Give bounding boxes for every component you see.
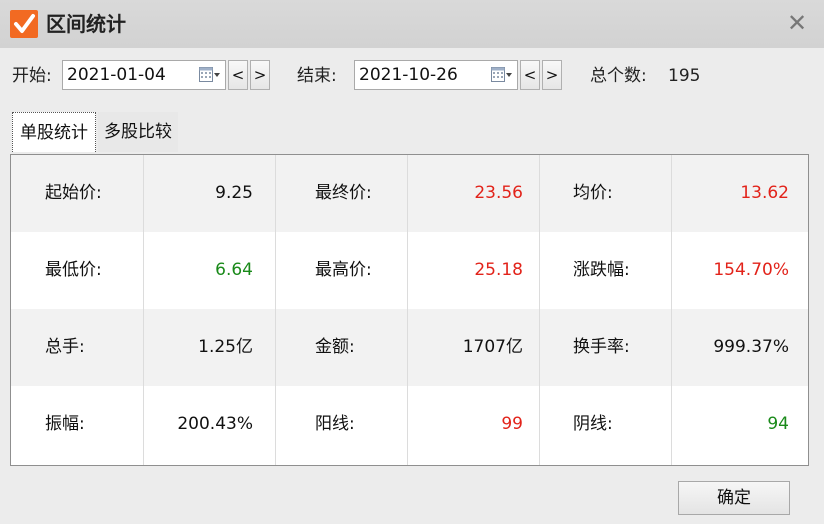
column-divider [143,155,144,465]
stat-value: 23.56 [474,183,523,203]
stat-value: 9.25 [215,183,253,203]
stat-label: 最低价: [45,260,102,280]
tab-multi-stock[interactable]: 多股比较 [98,112,178,152]
stat-label: 振幅: [45,414,85,434]
column-divider [407,155,408,465]
stat-label: 阴线: [573,414,613,434]
date-range-controls: 开始: 2021-01-04 < > 结束: 2021-10-26 < > 总个… [0,58,824,94]
total-count-label: 总个数: [590,66,647,86]
stat-value: 200.43% [177,414,253,434]
stat-label: 最终价: [315,183,372,203]
stat-value: 154.70% [713,260,789,280]
start-date-picker[interactable]: 2021-01-04 [62,60,226,90]
ok-button[interactable]: 确定 [678,481,790,515]
close-icon[interactable]: ✕ [784,10,810,36]
stat-value: 99 [501,414,523,434]
tab-single-stock[interactable]: 单股统计 [12,112,96,152]
end-next-button[interactable]: > [542,60,562,90]
end-date-label: 结束: [297,66,337,86]
stat-label: 阳线: [315,414,355,434]
window-title: 区间统计 [46,12,126,36]
title-bar: 区间统计 ✕ [0,0,824,48]
column-divider [275,155,276,465]
calendar-dropdown-icon[interactable] [491,67,512,83]
table-row: 最低价: 6.64 最高价: 25.18 涨跌幅: 154.70% [11,232,808,309]
stat-value: 6.64 [215,260,253,280]
start-next-button[interactable]: > [250,60,270,90]
column-divider [671,155,672,465]
stat-value: 25.18 [474,260,523,280]
start-prev-button[interactable]: < [228,60,248,90]
end-date-picker[interactable]: 2021-10-26 [354,60,518,90]
stat-value: 13.62 [740,183,789,203]
table-row: 起始价: 9.25 最终价: 23.56 均价: 13.62 [11,155,808,232]
stat-label: 换手率: [573,337,630,357]
stats-table: 起始价: 9.25 最终价: 23.56 均价: 13.62 最低价: 6.64… [10,154,809,466]
stat-label: 涨跌幅: [573,260,630,280]
stat-label: 最高价: [315,260,372,280]
end-prev-button[interactable]: < [520,60,540,90]
table-row: 振幅: 200.43% 阳线: 99 阴线: 94 [11,386,808,463]
start-date-value: 2021-01-04 [67,65,166,85]
checkmark-icon [10,10,38,38]
stat-value: 1.25亿 [198,337,253,357]
stat-label: 均价: [573,183,613,203]
stat-label: 总手: [45,337,85,357]
stat-label: 金额: [315,337,355,357]
stat-label: 起始价: [45,183,102,203]
stat-value: 999.37% [713,337,789,357]
table-row: 总手: 1.25亿 金额: 1707亿 换手率: 999.37% [11,309,808,386]
start-date-label: 开始: [12,66,52,86]
stat-value: 1707亿 [462,337,523,357]
column-divider [539,155,540,465]
total-count-value: 195 [668,66,701,86]
stat-value: 94 [767,414,789,434]
end-date-value: 2021-10-26 [359,65,458,85]
calendar-dropdown-icon[interactable] [199,67,220,83]
